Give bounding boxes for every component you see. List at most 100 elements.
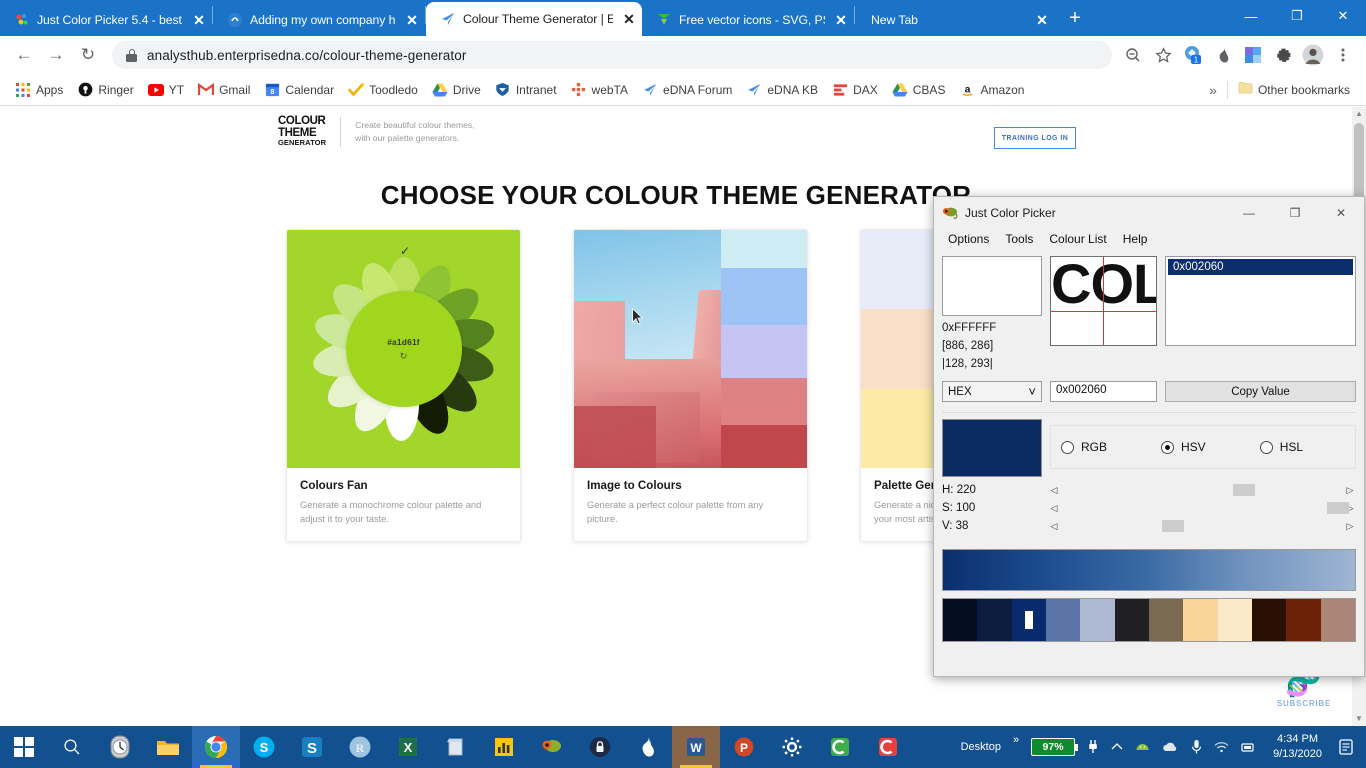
radio-hsv[interactable]: HSV [1161, 440, 1206, 454]
taskbar-camtasia[interactable] [816, 726, 864, 768]
maximize-button[interactable]: ❐ [1274, 0, 1320, 32]
menu-options[interactable]: Options [940, 231, 997, 247]
taskbar-power-bi[interactable] [480, 726, 528, 768]
browser-tab-0[interactable]: Just Color Picker 5.4 - best ✕ [0, 4, 212, 36]
jcp-colour-list-selected-item[interactable]: 0x002060 [1168, 259, 1353, 275]
kebab-menu-icon[interactable] [1328, 40, 1358, 70]
extension-badge-icon[interactable]: 1 [1178, 40, 1208, 70]
tab-close-button[interactable]: ✕ [403, 11, 421, 29]
card-colours-fan[interactable]: ✓ #a1d61f ↻ Colours Fan Generate a monoc… [286, 229, 521, 543]
taskbar-word[interactable]: W [672, 726, 720, 768]
slider-track[interactable] [1060, 519, 1344, 533]
card-image-to-colours[interactable]: Image to Colours Generate a perfect colo… [573, 229, 808, 543]
bookmark-edna-kb[interactable]: eDNA KB [739, 79, 825, 101]
network-icon[interactable] [1235, 726, 1263, 768]
bookmarks-overflow-button[interactable]: » Other bookmarks [1199, 80, 1358, 99]
bookmark-apps[interactable]: Apps [8, 79, 70, 101]
jcp-hex-field[interactable]: 0x002060 [1050, 381, 1157, 403]
menu-tools[interactable]: Tools [997, 231, 1041, 247]
tab-close-button[interactable]: ✕ [620, 10, 638, 28]
notification-icon[interactable] [1332, 726, 1360, 768]
bookmark-edna-forum[interactable]: eDNA Forum [635, 79, 739, 101]
zoom-out-icon[interactable] [1118, 40, 1148, 70]
menu-colour-list[interactable]: Colour List [1041, 231, 1114, 247]
bookmark-gmail[interactable]: Gmail [191, 79, 257, 101]
puzzle-extension-icon[interactable] [1268, 40, 1298, 70]
taskbar-file-explorer[interactable] [144, 726, 192, 768]
tab-close-button[interactable]: ✕ [832, 11, 850, 29]
scroll-down-arrow[interactable]: ▼ [1352, 712, 1366, 726]
forward-button[interactable]: → [40, 39, 72, 71]
bookmark-amazon[interactable]: a Amazon [952, 79, 1031, 101]
saved-swatch[interactable] [1251, 599, 1287, 642]
browser-tab-1[interactable]: Adding my own company h ✕ [213, 4, 425, 36]
battery-indicator[interactable]: 97% [1025, 726, 1081, 768]
jcp-minimize-button[interactable]: — [1226, 197, 1272, 228]
slider-track[interactable] [1060, 483, 1344, 497]
radio-hsl[interactable]: HSL [1259, 440, 1303, 454]
saved-swatch[interactable] [1320, 599, 1355, 642]
taskbar-keepass[interactable] [576, 726, 624, 768]
desktop-peek-label[interactable]: Desktop [955, 726, 1007, 768]
onedrive-icon[interactable] [1156, 726, 1185, 768]
taskbar-powerpoint[interactable]: P [720, 726, 768, 768]
jcp-colour-list[interactable]: 0x002060 [1165, 256, 1356, 346]
bookmark-ringer[interactable]: Ringer [70, 79, 140, 101]
bookmark-calendar[interactable]: 8 Calendar [257, 79, 341, 101]
saved-swatch[interactable] [1045, 599, 1081, 642]
start-button[interactable] [0, 726, 48, 768]
jcp-format-select[interactable]: HEX ˅ [942, 381, 1042, 403]
slider-right-arrow[interactable]: ▷ [1344, 485, 1356, 496]
browser-tab-4[interactable]: New Tab ✕ [855, 4, 1055, 36]
profile-avatar[interactable] [1298, 40, 1328, 70]
saved-swatch[interactable] [1183, 599, 1218, 642]
bookmark-yt[interactable]: YT [141, 79, 191, 101]
taskbar-skype[interactable]: S [240, 726, 288, 768]
saved-swatch[interactable] [1286, 599, 1321, 642]
scroll-up-arrow[interactable]: ▲ [1352, 107, 1366, 121]
flower-center-swatch[interactable]: #a1d61f ↻ [345, 291, 462, 407]
plug-icon[interactable] [1081, 726, 1105, 768]
jcp-copy-value-button[interactable]: Copy Value [1165, 381, 1356, 403]
jcp-maximize-button[interactable]: ❐ [1272, 197, 1318, 228]
address-bar[interactable]: analysthub.enterprisedna.co/colour-theme… [112, 41, 1112, 69]
bookmark-dax[interactable]: DAX [825, 79, 885, 101]
slider-right-arrow[interactable]: ▷ [1344, 521, 1356, 532]
saved-swatch[interactable] [1148, 599, 1184, 642]
channel-slider-v[interactable]: ◁ ▷ [1048, 519, 1356, 534]
slider-left-arrow[interactable]: ◁ [1048, 503, 1060, 514]
refresh-icon[interactable]: ↻ [400, 351, 408, 362]
taskbar-settings[interactable] [768, 726, 816, 768]
bookmark-cbas[interactable]: CBAS [885, 79, 953, 101]
channel-slider-h[interactable]: ◁ ▷ [1048, 483, 1356, 498]
taskbar-rstudio[interactable]: R [336, 726, 384, 768]
taskbar-just-color-picker[interactable] [528, 726, 576, 768]
fire-extension-icon[interactable] [1208, 40, 1238, 70]
tab-close-button[interactable]: ✕ [1033, 11, 1051, 29]
slider-thumb[interactable] [1162, 520, 1185, 533]
bookmark-drive[interactable]: Drive [425, 79, 488, 101]
saved-swatch[interactable] [1114, 599, 1149, 642]
taskbar-notepad[interactable] [432, 726, 480, 768]
new-tab-button[interactable]: + [1061, 5, 1089, 33]
jcp-gradient-strip[interactable] [942, 549, 1356, 592]
slider-track[interactable] [1060, 501, 1349, 515]
wifi-icon[interactable] [1208, 726, 1235, 768]
bookmark-intranet[interactable]: Intranet [488, 79, 564, 101]
reload-button[interactable]: ↻ [72, 39, 104, 71]
close-window-button[interactable]: ✕ [1320, 0, 1366, 32]
taskbar-excel[interactable]: X [384, 726, 432, 768]
browser-tab-3[interactable]: Free vector icons - SVG, PS ✕ [642, 4, 854, 36]
jcp-title-bar[interactable]: Just Color Picker — ❐ ✕ [934, 197, 1364, 228]
menu-help[interactable]: Help [1115, 231, 1156, 247]
slider-thumb[interactable] [1326, 502, 1349, 515]
mic-icon[interactable] [1185, 726, 1208, 768]
tab-close-button[interactable]: ✕ [190, 11, 208, 29]
channel-slider-s[interactable]: ◁ ▷ [1048, 501, 1356, 516]
palette-extension-icon[interactable] [1238, 40, 1268, 70]
saved-swatch[interactable] [1217, 599, 1252, 642]
taskbar-flame-app[interactable] [624, 726, 672, 768]
taskbar-chrome[interactable] [192, 726, 240, 768]
training-login-button[interactable]: TRAINING LOG IN [994, 127, 1076, 149]
taskbar-clock-app[interactable] [96, 726, 144, 768]
